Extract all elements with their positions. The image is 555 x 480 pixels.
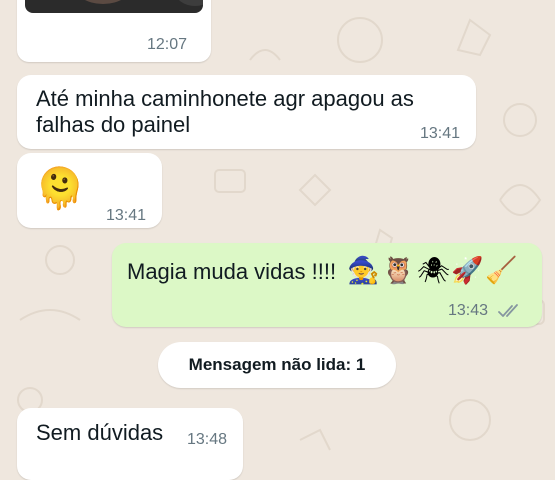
message-time: 13:48: [187, 431, 228, 448]
image-message[interactable]: 12:07: [17, 0, 211, 62]
unread-messages-divider: Mensagem não lida: 1: [158, 342, 396, 388]
incoming-message[interactable]: Sem dúvidas 13:48: [17, 408, 243, 480]
message-time: 13:43: [448, 302, 489, 319]
melting-face-emoji: 🫠: [35, 166, 85, 212]
message-text: Sem dúvidas: [36, 420, 164, 445]
owl-emoji: 🦉: [382, 256, 415, 286]
message-time: 13:41: [106, 207, 147, 224]
spider-emoji: 🕷: [417, 256, 451, 286]
message-time: 13:41: [420, 125, 461, 142]
mage-emoji: 🧙: [347, 256, 380, 286]
unread-divider-label: Mensagem não lida: 1: [188, 355, 366, 374]
message-time: 12:07: [147, 36, 188, 53]
message-text: Magia muda vidas !!!!: [127, 259, 337, 284]
read-double-check-icon: [498, 304, 518, 317]
message-text-line-2: falhas do painel: [36, 112, 191, 137]
wallpaper-pattern: [17, 17, 545, 451]
rocket-emoji: 🚀: [451, 256, 484, 286]
image-thumbnail[interactable]: [25, 0, 203, 13]
incoming-message[interactable]: Até minha caminhonete agr apagou as falh…: [17, 75, 476, 149]
outgoing-message[interactable]: Magia muda vidas !!!! 🧙 🦉 🕷 🚀 🧹 13:43: [112, 243, 542, 327]
broom-emoji: 🧹: [485, 256, 518, 286]
incoming-emoji-message[interactable]: 🫠 13:41: [17, 153, 162, 228]
